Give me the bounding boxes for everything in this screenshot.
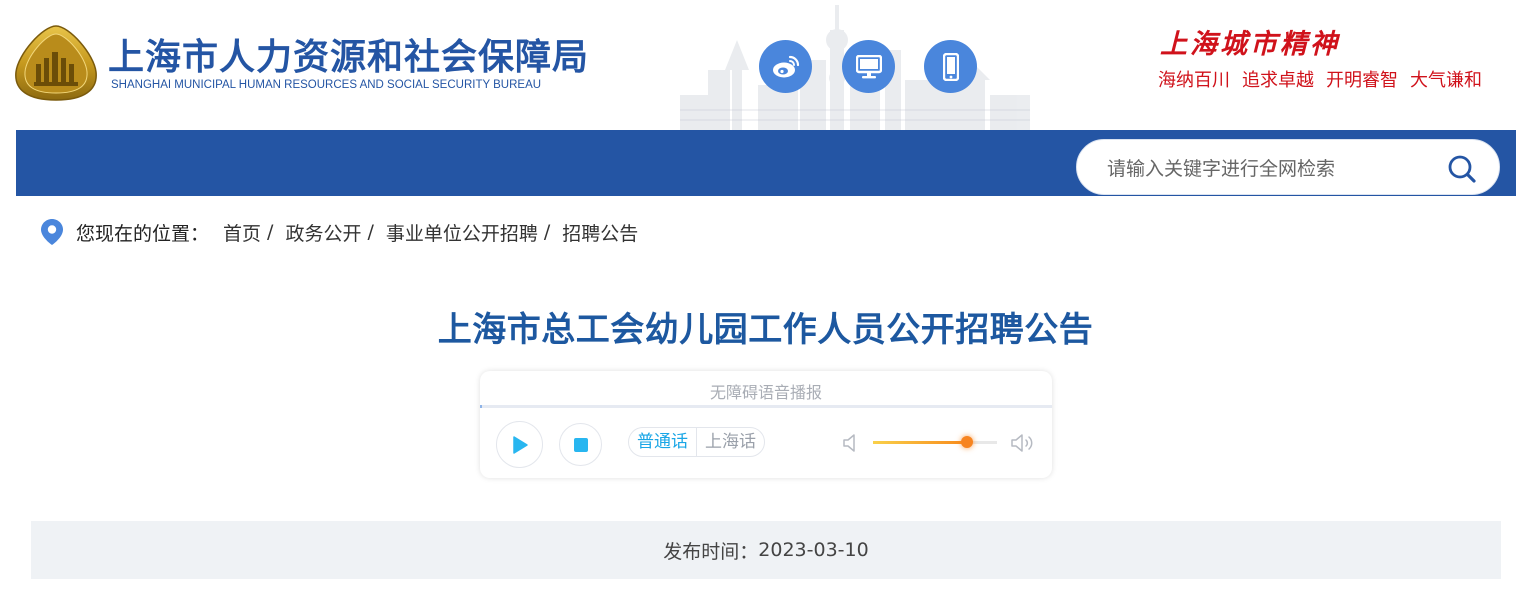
slogan-item: 海纳百川 [1158,70,1230,91]
weibo-icon [772,55,799,77]
dialect-toggle: 普通话 上海话 [628,427,765,457]
stop-icon [573,437,588,452]
slogan-item: 开明睿智 [1326,70,1398,91]
slogan-item: 大气谦和 [1410,70,1482,91]
article-title: 上海市总工会幼儿园工作人员公开招聘公告 [437,310,1094,350]
org-name-english: SHANGHAI MUNICIPAL HUMAN RESOURCES AND S… [111,79,542,91]
breadcrumb-label: 您现在的位置： [76,222,210,245]
breadcrumb-separator: / [267,221,274,243]
breadcrumb: 您现在的位置： 首页 / 政务公开 / 事业单位公开招聘 / 招聘公告 [40,217,638,247]
slogan-item: 追求卓越 [1242,70,1314,91]
accessibility-audio-player: 无障碍语音播报 普通话 上海话 [480,371,1052,478]
mobile-icon [942,52,959,81]
play-icon [512,435,528,454]
city-spirit-slogans: 海纳百川 追求卓越 开明睿智 大气谦和 [1158,66,1482,92]
article-meta-bar: 发布时间： 2023-03-10 [31,521,1501,579]
audio-progress-bar[interactable] [480,405,1052,408]
location-pin-icon [41,219,63,245]
breadcrumb-gov-affairs[interactable]: 政务公开 [285,219,361,246]
stop-button[interactable] [559,423,602,466]
volume-slider[interactable] [873,436,997,448]
audio-progress-fill [480,405,483,408]
org-name-chinese: 上海市人力资源和社会保障局 [108,37,590,78]
breadcrumb-institution-recruitment[interactable]: 事业单位公开招聘 [386,219,538,246]
dialect-shanghainese[interactable]: 上海话 [696,428,764,456]
search-input[interactable] [1105,152,1429,186]
site-header: 上海市人力资源和社会保障局 SHANGHAI MUNICIPAL HUMAN R… [0,0,1519,130]
play-button[interactable] [496,421,543,468]
bureau-emblem-logo [15,25,97,101]
desktop-icon [855,54,882,78]
publish-label: 发布时间： [663,540,759,563]
breadcrumb-recruitment-notice[interactable]: 招聘公告 [562,219,638,246]
volume-fill [873,441,968,444]
volume-high-icon[interactable] [1010,432,1036,454]
city-spirit-title: 上海城市精神 [1160,29,1340,60]
dialect-mandarin[interactable]: 普通话 [629,428,696,456]
breadcrumb-separator: / [543,221,551,243]
volume-knob[interactable] [961,436,974,448]
publish-date: 2023-03-10 [758,539,869,561]
mobile-button[interactable] [924,40,977,93]
site-search [1076,139,1500,195]
weibo-button[interactable] [759,40,812,93]
search-icon[interactable] [1447,154,1477,184]
breadcrumb-home[interactable]: 首页 [223,219,261,246]
breadcrumb-separator: / [367,221,374,243]
player-title: 无障碍语音播报 [709,383,822,402]
desktop-button[interactable] [842,40,895,93]
volume-low-icon[interactable] [842,432,860,454]
